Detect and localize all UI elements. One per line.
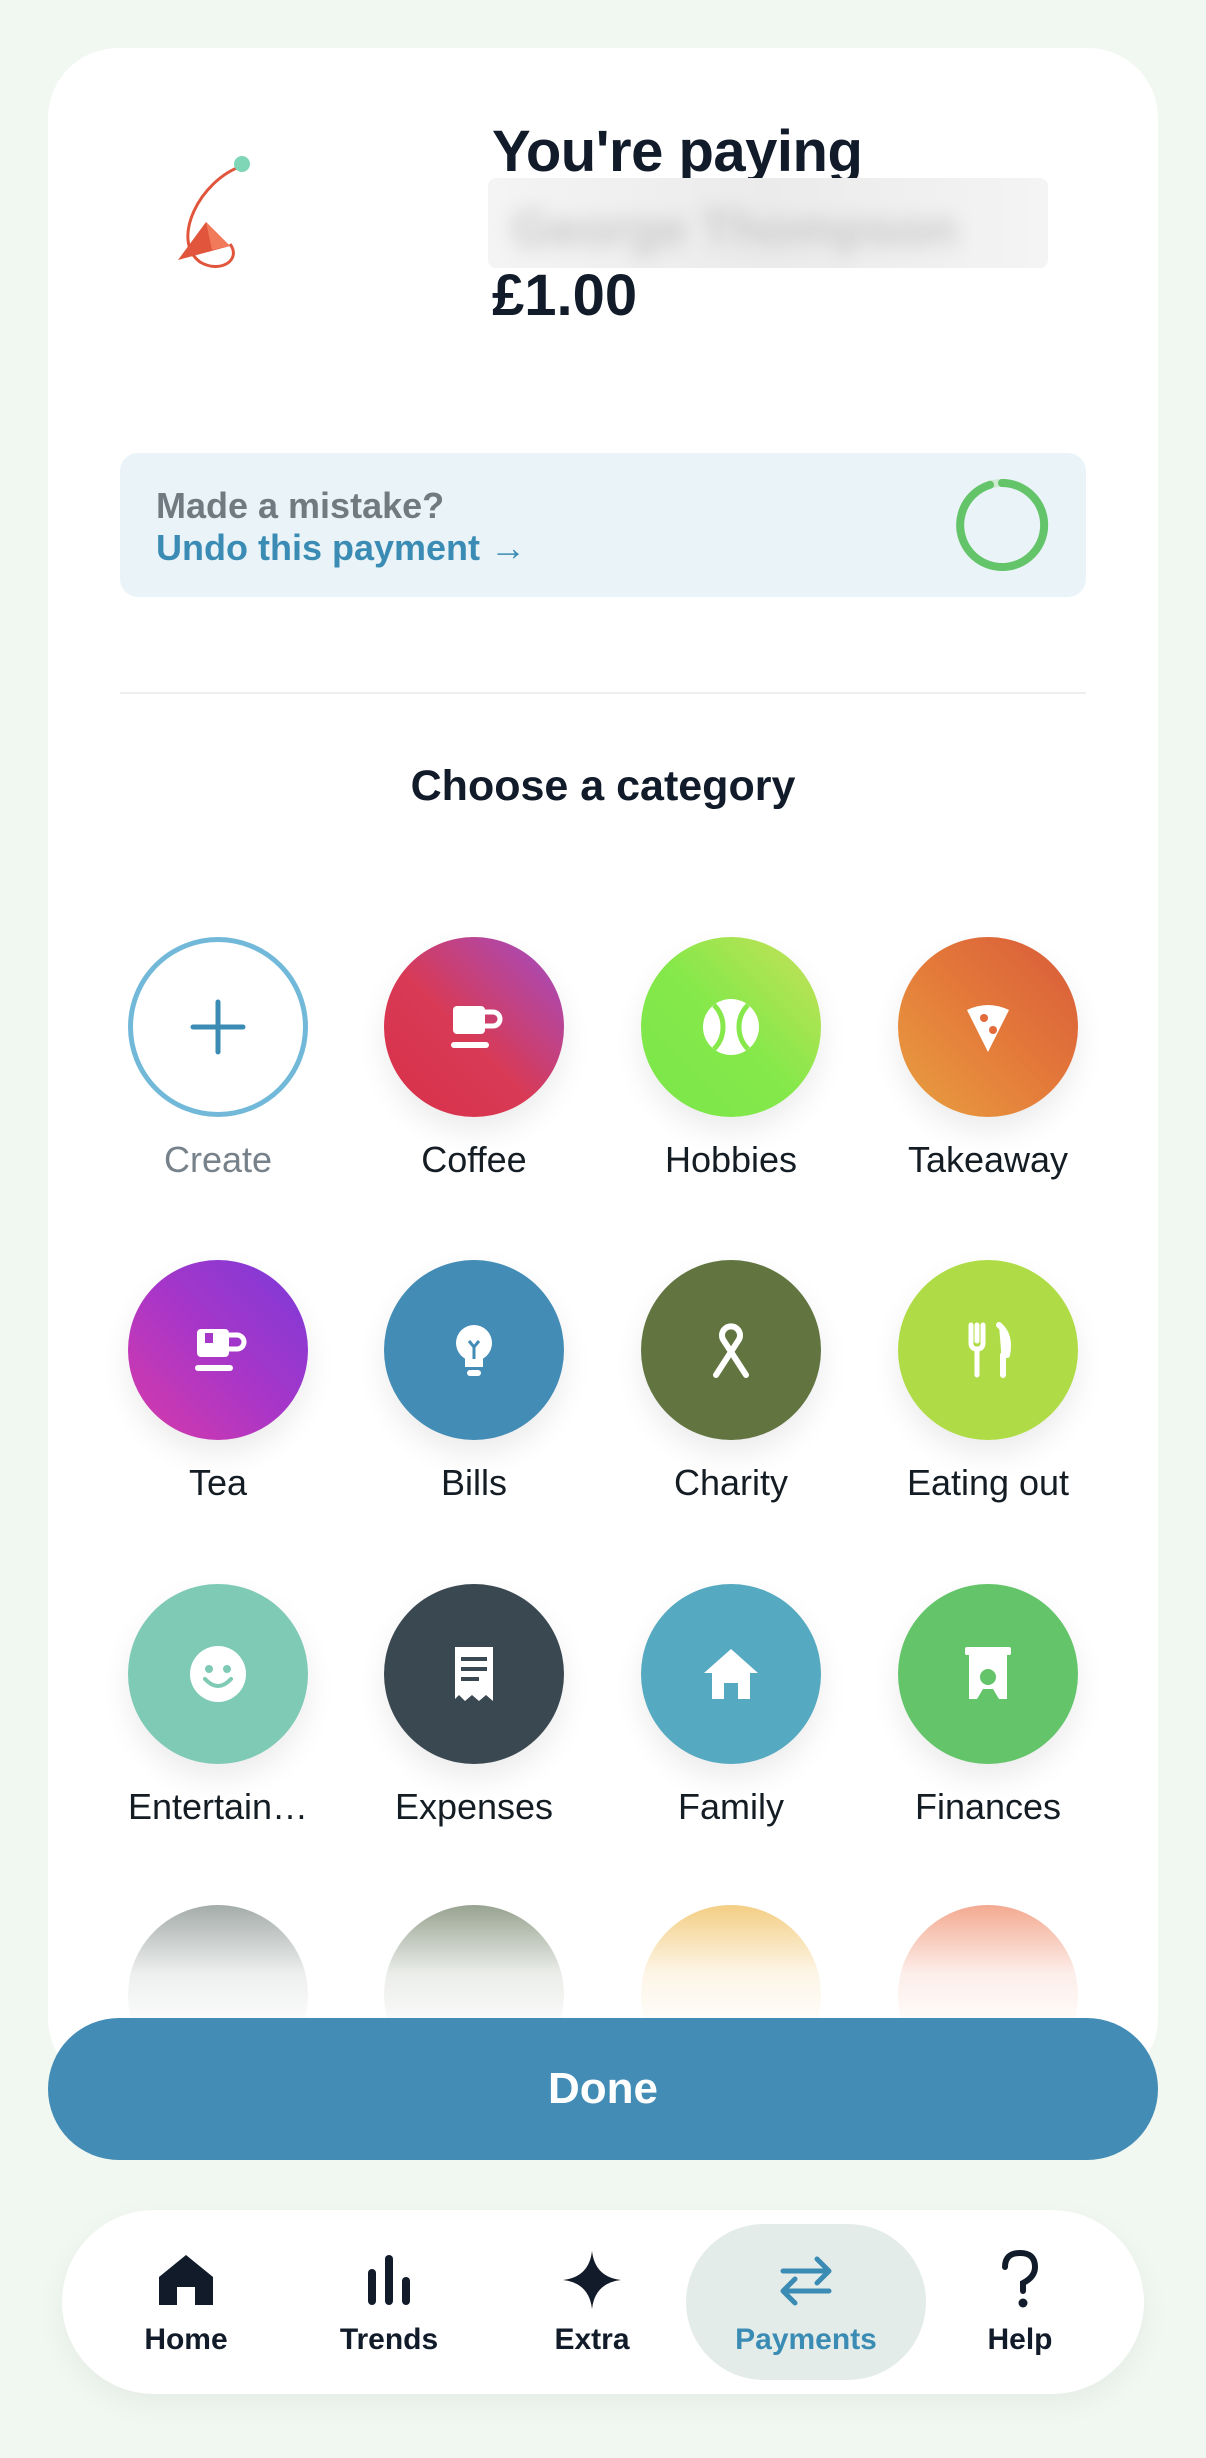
category-charity[interactable]: Charity (611, 1260, 851, 1504)
paying-title: You're paying (492, 119, 863, 184)
payee-name-redacted: George Thompson (488, 178, 1048, 268)
smiley-icon (190, 1646, 246, 1702)
category-label: Tea (188, 1462, 248, 1503)
category-label: Coffee (421, 1139, 527, 1180)
paper-plane-icon (178, 156, 250, 268)
category-finances[interactable]: Finances (868, 1584, 1108, 1828)
expenses-category-circle[interactable] (384, 1584, 564, 1764)
charity-category-circle[interactable] (641, 1260, 821, 1440)
undo-banner: Made a mistake? Undo this payment → (120, 453, 1086, 597)
category-label: Hobbies (664, 1139, 798, 1180)
eating-out-category-circle[interactable] (898, 1260, 1078, 1440)
category-entertainment[interactable]: Entertain… (98, 1584, 338, 1828)
bills-category-circle[interactable] (384, 1260, 564, 1440)
entertainment-category-circle[interactable] (128, 1584, 308, 1764)
nav-trends[interactable]: Trends (289, 2224, 489, 2380)
nav-payments[interactable]: Payments (686, 2224, 926, 2380)
category-expenses[interactable]: Expenses (354, 1584, 594, 1828)
category-label: Family (678, 1786, 784, 1827)
category-coffee[interactable]: Coffee (354, 937, 594, 1181)
nav-home[interactable]: Home (86, 2224, 286, 2380)
category-bills[interactable]: Bills (354, 1260, 594, 1504)
lightbulb-icon (456, 1325, 492, 1376)
nav-label: Help (987, 2323, 1053, 2356)
category-label: Bills (440, 1462, 507, 1503)
category-label: Takeaway (907, 1139, 1069, 1180)
piggy-bank-icon (965, 1647, 1011, 1699)
category-label: Eating out (906, 1462, 1070, 1503)
bottom-nav: Home Trends Extra Payments Help (62, 2210, 1144, 2394)
category-eating-out[interactable]: Eating out (868, 1260, 1108, 1504)
category-label: Finances (914, 1786, 1062, 1827)
nav-label: Trends (339, 2323, 439, 2356)
receipt-icon (455, 1647, 493, 1701)
payee-name: George Thompson (512, 201, 957, 257)
tea-cup-icon (195, 1329, 247, 1371)
nav-help[interactable]: Help (920, 2224, 1120, 2380)
category-takeaway[interactable]: Takeaway (868, 937, 1108, 1181)
cutlery-icon (968, 1322, 1011, 1378)
payment-amount: £1.00 (492, 263, 638, 328)
undo-payment-link[interactable]: Undo this payment → (156, 527, 526, 569)
undo-question: Made a mistake? (156, 485, 445, 526)
question-mark-icon (1002, 2249, 1039, 2308)
category-label: Create (163, 1139, 273, 1180)
bar-chart-icon (368, 2255, 410, 2305)
finances-category-circle[interactable] (898, 1584, 1078, 1764)
divider (120, 692, 1086, 694)
ribbon-icon (713, 1323, 749, 1378)
category-family[interactable]: Family (611, 1584, 851, 1828)
category-create[interactable]: Create (98, 937, 338, 1181)
category-hobbies[interactable]: Hobbies (611, 937, 851, 1181)
coffee-cup-icon (451, 1006, 503, 1048)
plus-icon (190, 999, 246, 1055)
transfer-arrows-icon (780, 2256, 832, 2306)
done-button[interactable]: Done (48, 2018, 1158, 2160)
family-category-circle[interactable] (641, 1584, 821, 1764)
create-category-circle[interactable] (128, 937, 308, 1117)
category-label: Expenses (394, 1786, 554, 1827)
takeaway-category-circle[interactable] (898, 937, 1078, 1117)
sparkle-icon (563, 2251, 621, 2309)
tea-category-circle[interactable] (128, 1260, 308, 1440)
home-icon (159, 2255, 213, 2305)
nav-extra[interactable]: Extra (492, 2224, 692, 2380)
nav-label: Payments (735, 2323, 877, 2356)
nav-label: Home (144, 2323, 228, 2356)
undo-countdown-ring-icon (956, 478, 1049, 571)
house-icon (704, 1649, 758, 1699)
nav-label: Extra (554, 2323, 630, 2356)
hobbies-category-circle[interactable] (641, 937, 821, 1117)
screen: You're paying George Thompson £1.00 Made… (0, 0, 1206, 2458)
category-heading: Choose a category (410, 762, 796, 810)
pizza-slice-icon (967, 1005, 1009, 1052)
tennis-ball-icon (703, 999, 759, 1055)
category-label: Entertain… (127, 1786, 309, 1827)
category-label: Charity (673, 1462, 789, 1503)
category-tea[interactable]: Tea (98, 1260, 338, 1504)
coffee-category-circle[interactable] (384, 937, 564, 1117)
